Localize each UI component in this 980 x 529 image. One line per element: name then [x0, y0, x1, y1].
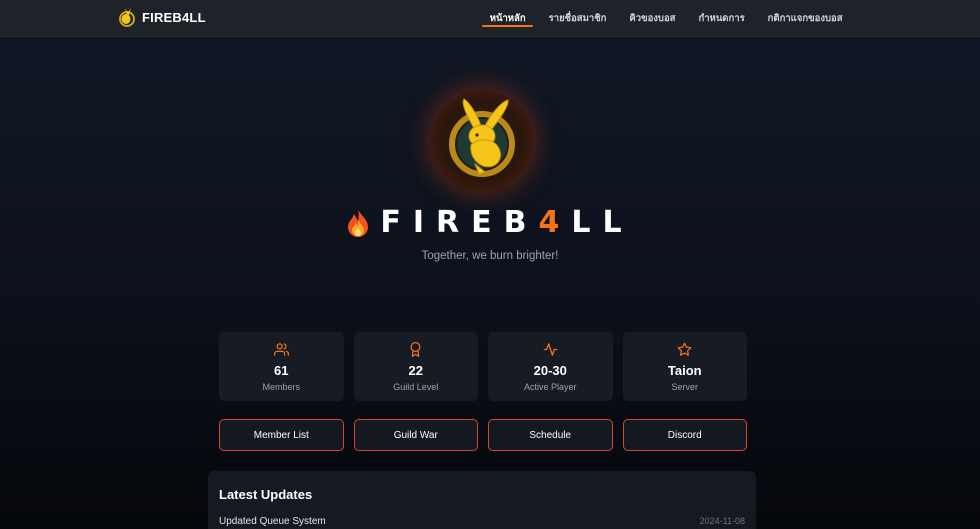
title-suffix: LL: [571, 205, 634, 240]
brand[interactable]: FIREB4LL: [118, 7, 206, 27]
stat-label: Server: [671, 382, 698, 392]
users-icon: [273, 343, 289, 356]
nav-links: หน้าหลัก รายชื่อสมาชิก คิวของบอส กำหนดกา…: [478, 0, 854, 37]
award-icon: [410, 342, 421, 357]
updates-title: Latest Updates: [219, 487, 313, 502]
schedule-button[interactable]: Schedule: [488, 419, 613, 451]
nav-link-home[interactable]: หน้าหลัก: [478, 0, 537, 37]
stat-card-guild-level: 22 Guild Level: [353, 332, 478, 401]
nav-link-member-list[interactable]: รายชื่อสมาชิก: [537, 0, 618, 37]
nav-link-boss-queue[interactable]: คิวของบอส: [618, 0, 687, 37]
stat-value: 22: [408, 363, 423, 378]
member-list-button[interactable]: Member List: [219, 419, 344, 451]
stat-card-server: Taion Server: [622, 332, 747, 401]
stat-label: Guild Level: [393, 382, 439, 392]
stat-card-active-player: 20-30 Active Player: [488, 332, 613, 401]
activity-icon: [543, 343, 558, 356]
list-item: Updated Queue System 2024-11-08: [219, 516, 745, 527]
hero-title-text: FIREB4LL: [380, 205, 633, 240]
stat-label: Active Player: [523, 382, 577, 392]
rabbit-logo-icon: [119, 8, 135, 27]
latest-updates-panel: Latest Updates Updated Queue System 2024…: [208, 471, 756, 529]
stat-label: Members: [262, 382, 300, 392]
stat-value: 20-30: [533, 363, 567, 378]
title-prefix: FIREB: [380, 205, 539, 240]
update-date: 2024-11-08: [699, 516, 745, 526]
update-text: Updated Queue System: [219, 516, 326, 527]
star-icon: [677, 342, 692, 356]
guild-war-button[interactable]: Guild War: [353, 419, 478, 451]
brand-name: FIREB4LL: [142, 9, 206, 25]
top-navbar: FIREB4LL หน้าหลัก รายชื่อสมาชิก คิวของบอ…: [0, 0, 980, 37]
hero-title: FIREB4LL: [0, 205, 980, 240]
flame-icon: [348, 208, 369, 237]
nav-link-boss-loot-rules[interactable]: กติกาแจกของบอส: [756, 0, 854, 37]
discord-button[interactable]: Discord: [622, 419, 747, 451]
stats-row: 61 Members 22 Guild Level 20-30 Active P…: [219, 332, 747, 401]
stat-card-members: 61 Members: [219, 332, 344, 401]
stat-value: 61: [274, 363, 289, 378]
title-accent: 4: [538, 205, 572, 240]
stat-value: Taion: [667, 363, 702, 378]
guild-logo: [431, 90, 533, 192]
rabbit-emblem-icon: [448, 98, 516, 178]
nav-link-schedule[interactable]: กำหนดการ: [687, 0, 756, 37]
tagline: Together, we burn brighter!: [421, 250, 559, 262]
action-buttons: Member List Guild War Schedule Discord: [219, 419, 747, 451]
